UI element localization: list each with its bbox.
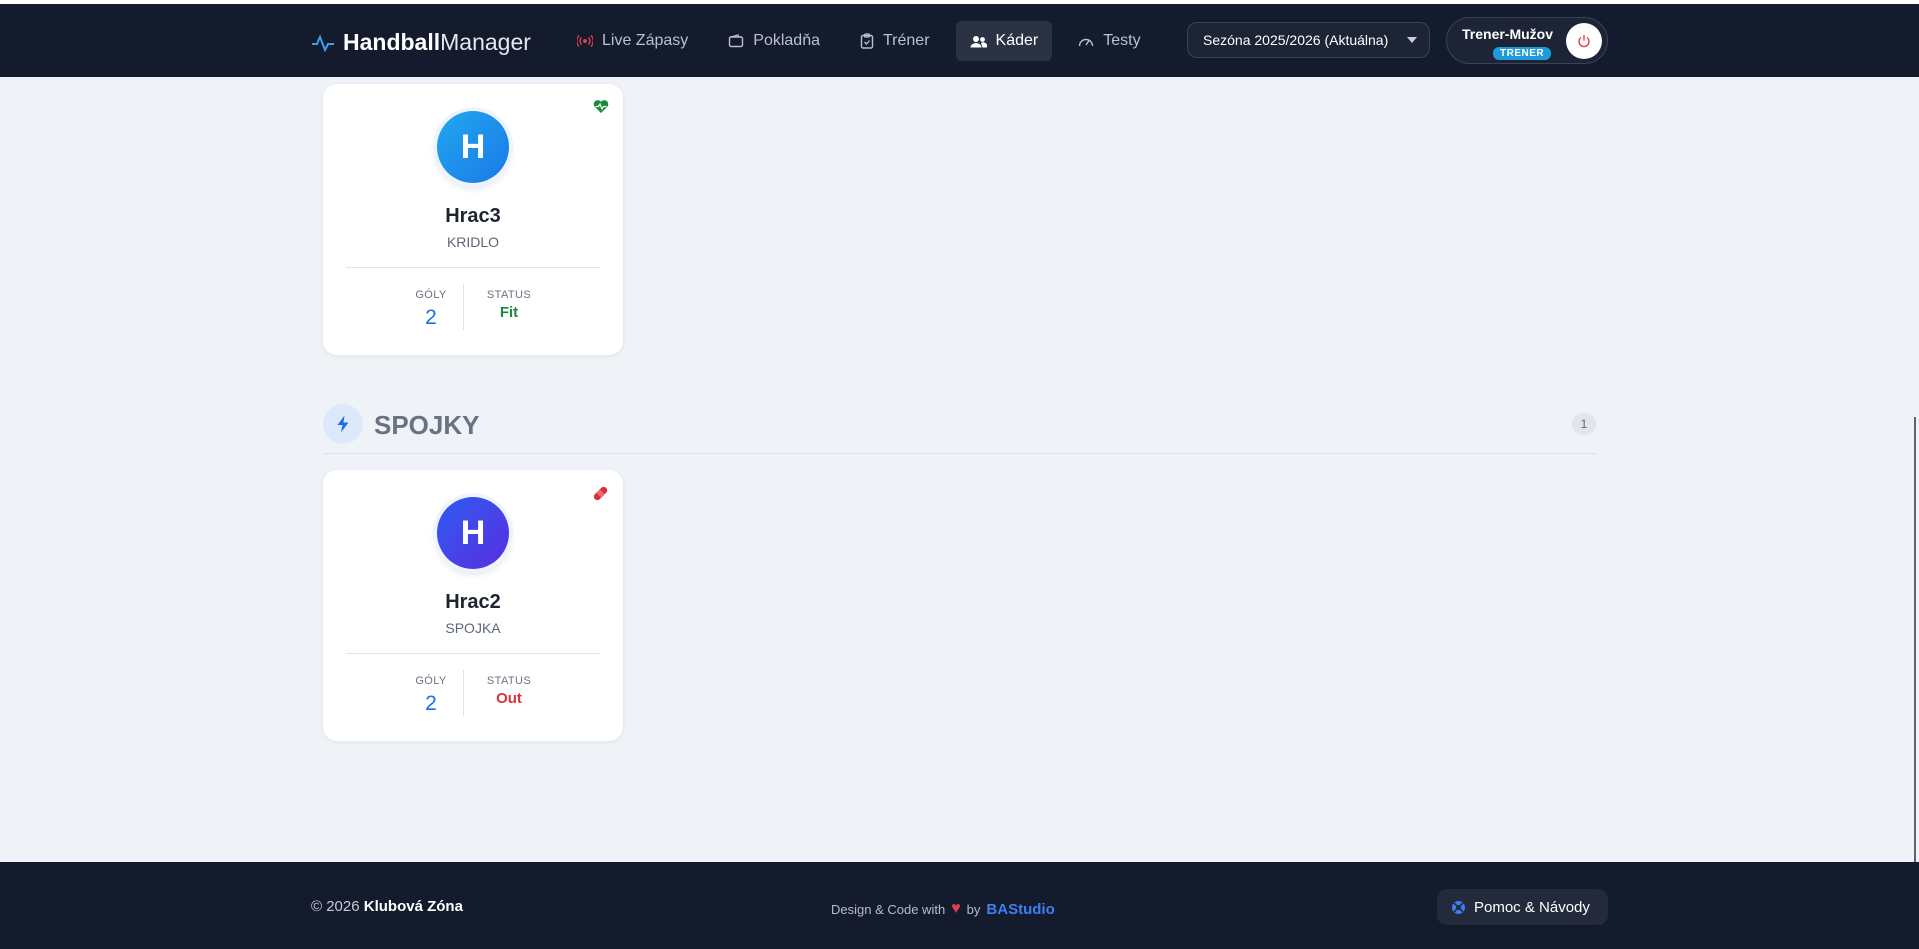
copyright-name: Klubová Zóna [363,898,463,915]
nav-item-trener[interactable]: Tréner [846,21,944,61]
broadcast-icon [577,35,593,47]
divider [346,653,600,654]
heart-pulse-icon [593,100,609,113]
copyright: © 2026 Klubová Zóna [311,898,463,915]
status-label: STATUS [486,675,532,687]
player-position: SPOJKA [445,620,501,636]
heart-icon: ♥ [951,900,961,917]
brand-name-bold: Handball [343,29,441,55]
nav-item-label: Pokladňa [753,32,820,49]
credit-by: by [966,901,981,917]
power-icon [1578,35,1590,48]
users-icon [970,35,987,47]
logout-button[interactable] [1566,23,1602,59]
nav-item-label: Live Zápasy [602,32,689,49]
avatar: H [437,497,509,569]
clipboard-icon [860,33,874,49]
goals-label: GÓLY [415,289,447,301]
studio-link[interactable]: BAStudio [986,901,1054,918]
nav-item-testy[interactable]: Testy [1064,21,1154,61]
top-navbar: Handball Manager Live Zápasy Pokladňa Tré… [0,0,1919,77]
divider [346,267,600,268]
avatar: H [437,111,509,183]
nav-item-label: Káder [995,32,1039,49]
help-label: Pomoc & Návody [1474,898,1590,916]
speedometer-icon [1079,38,1094,46]
user-name: Trener-Mužov [1462,26,1554,42]
divider [463,670,464,716]
season-select[interactable]: Sezóna 2025/2026 (Aktuálna) [1187,22,1430,58]
count-badge: 1 [1572,413,1596,435]
credit: Design & Code with ♥ by BAStudio [831,900,1055,918]
footer: © 2026 Klubová Zóna Design & Code with ♥… [0,862,1919,949]
pulse-icon [312,33,334,52]
copyright-prefix: © 2026 [311,898,360,915]
player-card[interactable]: H Hrac3 KRIDLO GÓLY 2 STATUS Fit [323,84,623,355]
nav-item-label: Tréner [882,32,930,49]
main-nav: Live Zápasy Pokladňa Tréner Káder Testy [563,21,1155,61]
player-name: Hrac2 [445,591,501,613]
goals-label: GÓLY [415,675,447,687]
status-label: STATUS [486,289,532,301]
season-select-value: Sezóna 2025/2026 (Aktuálna) [1203,32,1389,48]
player-name: Hrac3 [445,205,501,227]
user-menu[interactable]: Trener-Mužov TRENER [1446,17,1608,64]
section-title: SPOJKY [374,410,480,440]
goals-value: 2 [425,692,437,715]
nav-item-kader[interactable]: Káder [955,21,1053,61]
brand-name-light: Manager [440,29,531,55]
player-card[interactable]: H Hrac2 SPOJKA GÓLY 2 STATUS Out [323,470,623,741]
player-position: KRIDLO [446,234,500,250]
chevron-down-icon [1407,37,1417,43]
help-button[interactable]: Pomoc & Návody [1437,889,1608,925]
nav-item-live-zapasy[interactable]: Live Zápasy [563,21,702,61]
nav-item-pokladna[interactable]: Pokladňa [714,21,834,61]
nav-item-label: Testy [1103,32,1141,49]
goals-value: 2 [425,306,437,329]
app-logo[interactable]: Handball Manager [311,29,531,56]
status-value: Out [496,690,522,707]
credit-text: Design & Code with [831,901,946,917]
lifebuoy-icon [1452,900,1465,914]
divider [463,284,464,330]
role-badge: TRENER [1493,47,1552,60]
status-value: Fit [499,304,519,321]
section-header-spojky: SPOJKY 1 [323,404,1596,454]
wallet-icon [729,34,744,48]
lightning-icon [323,404,363,444]
bandage-icon [593,486,608,501]
